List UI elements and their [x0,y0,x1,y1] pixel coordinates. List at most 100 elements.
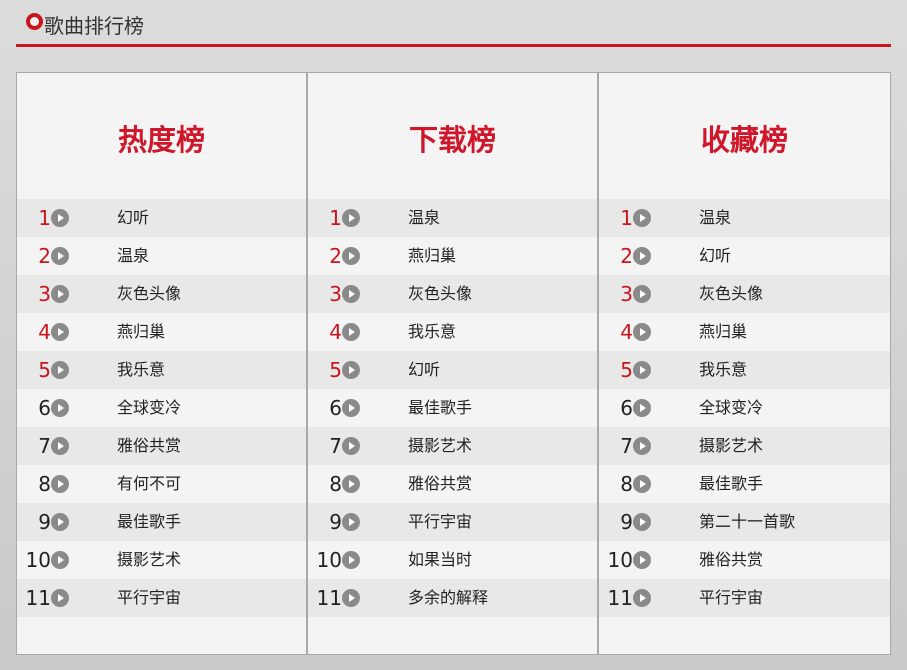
song-row[interactable]: 3 灰色头像 [308,275,597,313]
song-row[interactable]: 2 温泉 [17,237,306,275]
song-title[interactable]: 幻听 [699,237,731,275]
play-icon[interactable] [633,361,651,379]
rank-number: 10 [607,548,633,572]
song-title[interactable]: 摄影艺术 [117,541,181,579]
song-title[interactable]: 第二十一首歌 [699,503,795,541]
play-icon[interactable] [633,209,651,227]
play-icon[interactable] [633,513,651,531]
play-icon[interactable] [633,551,651,569]
song-row[interactable]: 6 最佳歌手 [308,389,597,427]
song-title[interactable]: 雅俗共赏 [117,427,181,465]
song-title[interactable]: 最佳歌手 [699,465,763,503]
play-icon[interactable] [342,475,360,493]
song-row[interactable]: 3 灰色头像 [17,275,306,313]
play-icon[interactable] [51,551,69,569]
song-title[interactable]: 幻听 [117,199,149,237]
song-title[interactable]: 燕归巢 [699,313,747,351]
play-icon[interactable] [342,285,360,303]
song-title[interactable]: 燕归巢 [117,313,165,351]
play-icon[interactable] [633,247,651,265]
song-row[interactable]: 10 如果当时 [308,541,597,579]
play-icon[interactable] [633,285,651,303]
play-icon[interactable] [51,475,69,493]
play-icon[interactable] [633,399,651,417]
play-icon[interactable] [51,323,69,341]
song-row[interactable]: 5 我乐意 [17,351,306,389]
play-icon[interactable] [51,399,69,417]
song-title[interactable]: 摄影艺术 [699,427,763,465]
song-row[interactable]: 5 我乐意 [599,351,890,389]
play-icon[interactable] [633,589,651,607]
play-icon[interactable] [51,437,69,455]
song-title[interactable]: 最佳歌手 [408,389,472,427]
play-icon[interactable] [51,247,69,265]
play-icon[interactable] [342,513,360,531]
song-row[interactable]: 9 平行宇宙 [308,503,597,541]
song-row[interactable]: 1 温泉 [599,199,890,237]
song-row[interactable]: 1 温泉 [308,199,597,237]
song-title[interactable]: 有何不可 [117,465,181,503]
play-icon[interactable] [342,323,360,341]
play-icon[interactable] [633,437,651,455]
song-title[interactable]: 雅俗共赏 [408,465,472,503]
song-title[interactable]: 我乐意 [699,351,747,389]
song-title[interactable]: 温泉 [408,199,440,237]
song-title[interactable]: 我乐意 [117,351,165,389]
song-row[interactable]: 6 全球变冷 [599,389,890,427]
play-icon[interactable] [342,361,360,379]
play-icon[interactable] [51,209,69,227]
play-icon[interactable] [51,285,69,303]
song-row[interactable]: 4 燕归巢 [599,313,890,351]
play-icon[interactable] [342,399,360,417]
play-icon[interactable] [342,247,360,265]
song-title[interactable]: 摄影艺术 [408,427,472,465]
song-row[interactable]: 6 全球变冷 [17,389,306,427]
play-icon[interactable] [51,513,69,531]
song-row[interactable]: 8 雅俗共赏 [308,465,597,503]
song-title[interactable]: 灰色头像 [699,275,763,313]
song-row[interactable]: 9 最佳歌手 [17,503,306,541]
play-icon[interactable] [633,475,651,493]
song-row[interactable]: 7 雅俗共赏 [17,427,306,465]
song-row[interactable]: 2 幻听 [599,237,890,275]
play-icon[interactable] [342,209,360,227]
song-title[interactable]: 燕归巢 [408,237,456,275]
song-title[interactable]: 灰色头像 [117,275,181,313]
song-title[interactable]: 灰色头像 [408,275,472,313]
play-icon[interactable] [633,323,651,341]
song-row[interactable]: 8 最佳歌手 [599,465,890,503]
song-title[interactable]: 如果当时 [408,541,472,579]
song-row[interactable]: 5 幻听 [308,351,597,389]
song-title[interactable]: 我乐意 [408,313,456,351]
song-row[interactable]: 3 灰色头像 [599,275,890,313]
song-title[interactable]: 雅俗共赏 [699,541,763,579]
play-icon[interactable] [51,589,69,607]
song-title[interactable]: 全球变冷 [117,389,181,427]
song-row[interactable]: 4 我乐意 [308,313,597,351]
play-icon[interactable] [342,437,360,455]
song-row[interactable]: 11 多余的解释 [308,579,597,617]
song-row[interactable]: 11 平行宇宙 [17,579,306,617]
song-row[interactable]: 4 燕归巢 [17,313,306,351]
song-title[interactable]: 平行宇宙 [117,579,181,617]
song-row[interactable]: 10 摄影艺术 [17,541,306,579]
song-row[interactable]: 7 摄影艺术 [308,427,597,465]
play-icon[interactable] [342,589,360,607]
song-title[interactable]: 温泉 [117,237,149,275]
song-row[interactable]: 2 燕归巢 [308,237,597,275]
song-title[interactable]: 温泉 [699,199,731,237]
song-row[interactable]: 8 有何不可 [17,465,306,503]
song-title[interactable]: 平行宇宙 [408,503,472,541]
play-icon[interactable] [342,551,360,569]
song-title[interactable]: 多余的解释 [408,579,488,617]
song-row[interactable]: 10 雅俗共赏 [599,541,890,579]
song-title[interactable]: 平行宇宙 [699,579,763,617]
song-title[interactable]: 幻听 [408,351,440,389]
song-title[interactable]: 全球变冷 [699,389,763,427]
song-title[interactable]: 最佳歌手 [117,503,181,541]
song-row[interactable]: 1 幻听 [17,199,306,237]
song-row[interactable]: 11 平行宇宙 [599,579,890,617]
song-row[interactable]: 9 第二十一首歌 [599,503,890,541]
play-icon[interactable] [51,361,69,379]
song-row[interactable]: 7 摄影艺术 [599,427,890,465]
